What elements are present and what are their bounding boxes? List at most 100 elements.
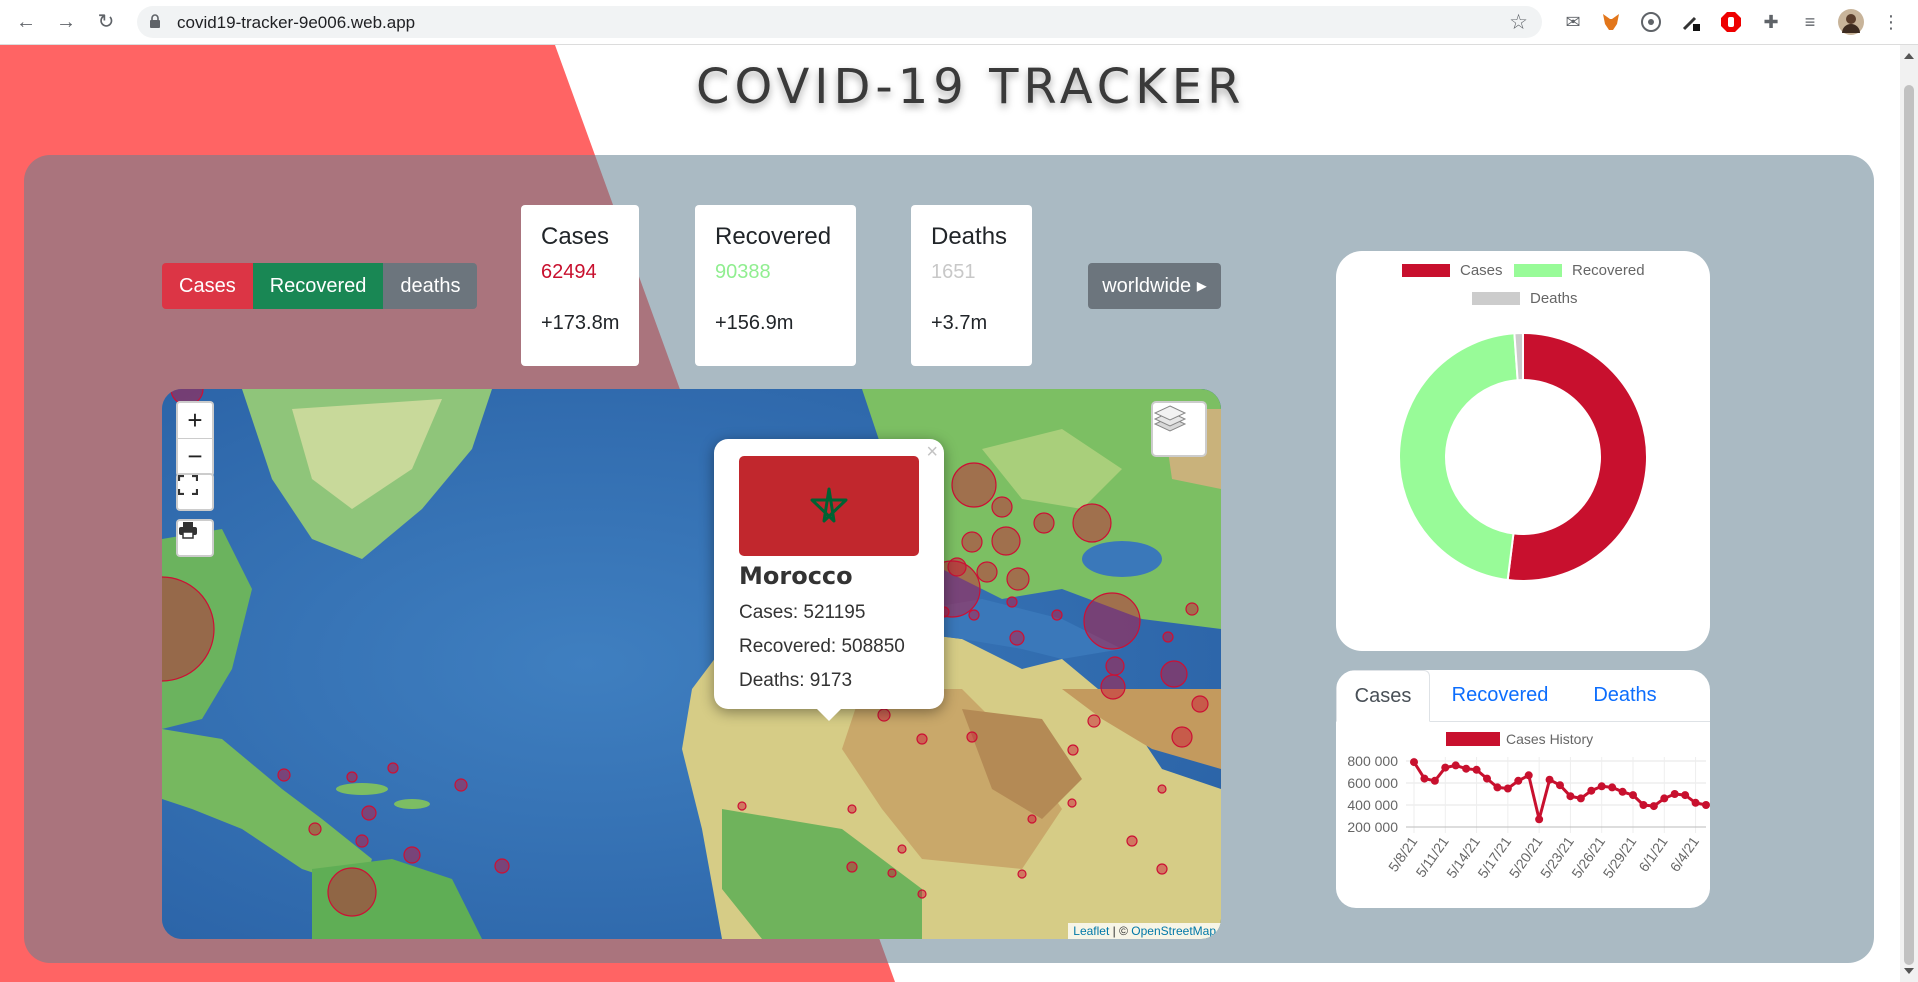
scroll-up-arrow-icon[interactable] xyxy=(1904,53,1914,59)
tab-deaths[interactable]: Deaths xyxy=(1570,670,1680,722)
data-point[interactable] xyxy=(1576,794,1585,803)
data-point[interactable] xyxy=(1545,775,1554,784)
stat-title: Deaths xyxy=(931,223,1008,250)
filter-button-group: Cases Recovered deaths xyxy=(162,263,478,309)
data-point[interactable] xyxy=(1524,771,1533,780)
data-point[interactable] xyxy=(1514,776,1523,785)
history-chart-card: Cases Recovered Deaths Cases History 800 … xyxy=(1336,670,1710,908)
worldwide-dropdown-button[interactable]: worldwide ▸ xyxy=(1088,263,1221,309)
data-point[interactable] xyxy=(1556,781,1564,790)
popup-recovered: Recovered: 508850 xyxy=(739,636,905,657)
media-queue-icon[interactable]: ≡ xyxy=(1797,9,1823,35)
address-bar[interactable]: covid19-tracker-9e006.web.app ☆ xyxy=(137,6,1542,38)
legend-swatch xyxy=(1514,264,1562,277)
data-point[interactable] xyxy=(1493,783,1502,792)
world-map[interactable]: + − Leaflet | © OpenStreetMap xyxy=(162,389,1221,939)
legend-swatch xyxy=(1402,264,1450,277)
metamask-fox-icon[interactable] xyxy=(1598,9,1624,35)
map-tiles xyxy=(162,389,1221,939)
osm-link[interactable]: OpenStreetMap xyxy=(1131,924,1216,938)
data-point[interactable] xyxy=(1608,783,1617,792)
browser-toolbar: ← → ↻ covid19-tracker-9e006.web.app ☆ ✉ … xyxy=(0,0,1918,45)
data-point[interactable] xyxy=(1681,791,1690,800)
data-point[interactable] xyxy=(1472,765,1481,774)
legend-item-recovered[interactable]: Recovered xyxy=(1514,262,1645,279)
pentagram-icon xyxy=(810,487,848,523)
data-point[interactable] xyxy=(1441,763,1450,772)
data-point[interactable] xyxy=(1660,794,1669,803)
stat-total: +173.8m xyxy=(541,312,620,334)
forward-icon[interactable]: → xyxy=(54,10,78,34)
reload-icon[interactable]: ↻ xyxy=(94,10,118,34)
data-point[interactable] xyxy=(1535,815,1544,824)
data-point[interactable] xyxy=(1691,798,1700,807)
puzzle-extensions-icon[interactable]: ✚ xyxy=(1758,9,1784,35)
data-point[interactable] xyxy=(1451,761,1460,770)
back-icon[interactable]: ← xyxy=(14,10,38,34)
adblock-icon[interactable] xyxy=(1718,9,1744,35)
scrollbar-thumb[interactable] xyxy=(1904,85,1914,965)
legend-swatch xyxy=(1472,292,1520,305)
stat-today: 1651 xyxy=(931,261,976,283)
legend-label: Deaths xyxy=(1530,290,1578,307)
attribution-separator: | © xyxy=(1112,924,1128,938)
mail-icon[interactable]: ✉ xyxy=(1560,9,1586,35)
legend-item-deaths[interactable]: Deaths xyxy=(1472,290,1578,307)
extension-circle-icon[interactable] xyxy=(1638,9,1664,35)
data-point[interactable] xyxy=(1410,758,1418,767)
fullscreen-button[interactable] xyxy=(176,473,214,511)
profile-avatar[interactable] xyxy=(1838,9,1864,35)
recovered-stat-card: Recovered 90388 +156.9m xyxy=(695,205,856,366)
scroll-down-arrow-icon[interactable] xyxy=(1904,968,1914,974)
recovered-filter-button[interactable]: Recovered xyxy=(252,263,384,309)
data-point[interactable] xyxy=(1503,784,1512,793)
data-point[interactable] xyxy=(1420,774,1429,783)
y-tick-label: 600 000 xyxy=(1347,775,1398,791)
print-icon xyxy=(179,522,197,539)
leaflet-link[interactable]: Leaflet xyxy=(1073,924,1109,938)
layers-icon xyxy=(1153,405,1187,432)
print-button[interactable] xyxy=(176,519,214,557)
data-point[interactable] xyxy=(1587,786,1596,795)
page-scrollbar[interactable] xyxy=(1900,45,1918,982)
data-point[interactable] xyxy=(1430,776,1439,785)
legend-item-cases[interactable]: Cases xyxy=(1402,262,1503,279)
doughnut-slice-cases[interactable] xyxy=(1506,331,1648,582)
data-point[interactable] xyxy=(1649,802,1658,811)
data-point[interactable] xyxy=(1670,790,1679,798)
zoom-in-button[interactable]: + xyxy=(178,403,212,439)
y-tick-label: 800 000 xyxy=(1347,753,1398,769)
data-point[interactable] xyxy=(1629,791,1637,800)
cases-history-line-chart: Cases History 800 000 600 000 400 000 200 00… xyxy=(1347,731,1710,881)
x-tick-label: 6/1/21 xyxy=(1635,833,1671,874)
data-point[interactable] xyxy=(1639,801,1648,809)
deaths-filter-button[interactable]: deaths xyxy=(383,263,478,309)
tab-cases[interactable]: Cases xyxy=(1336,670,1430,722)
data-point[interactable] xyxy=(1618,787,1627,796)
cases-filter-button[interactable]: Cases xyxy=(162,263,253,309)
url-text: covid19-tracker-9e006.web.app xyxy=(177,13,416,32)
stat-title: Cases xyxy=(541,223,610,250)
layers-button[interactable] xyxy=(1151,401,1207,457)
stat-total: +3.7m xyxy=(931,312,988,334)
stat-today: 62494 xyxy=(541,261,597,283)
doughnut-slice-recovered[interactable] xyxy=(1398,332,1519,582)
bookmark-star-icon[interactable]: ☆ xyxy=(1509,10,1528,35)
menu-kebab-icon[interactable]: ⋮ xyxy=(1878,9,1904,35)
popup-deaths: Deaths: 9173 xyxy=(739,670,853,691)
y-tick-label: 200 000 xyxy=(1347,819,1398,835)
data-point[interactable] xyxy=(1462,764,1471,773)
eyedropper-icon[interactable] xyxy=(1678,9,1704,35)
data-point[interactable] xyxy=(1702,801,1710,809)
worldwide-label: worldwide xyxy=(1102,275,1192,297)
x-tick-label: 6/4/21 xyxy=(1667,833,1703,874)
morocco-flag-image xyxy=(739,456,919,556)
data-point[interactable] xyxy=(1483,774,1491,783)
zoom-out-button[interactable]: − xyxy=(178,439,212,475)
tab-recovered[interactable]: Recovered xyxy=(1430,670,1570,722)
data-point[interactable] xyxy=(1597,782,1606,791)
popup-close-button[interactable]: × xyxy=(926,441,938,464)
zoom-control: + − xyxy=(176,401,214,477)
history-legend-swatch xyxy=(1446,732,1500,746)
data-point[interactable] xyxy=(1566,792,1575,801)
